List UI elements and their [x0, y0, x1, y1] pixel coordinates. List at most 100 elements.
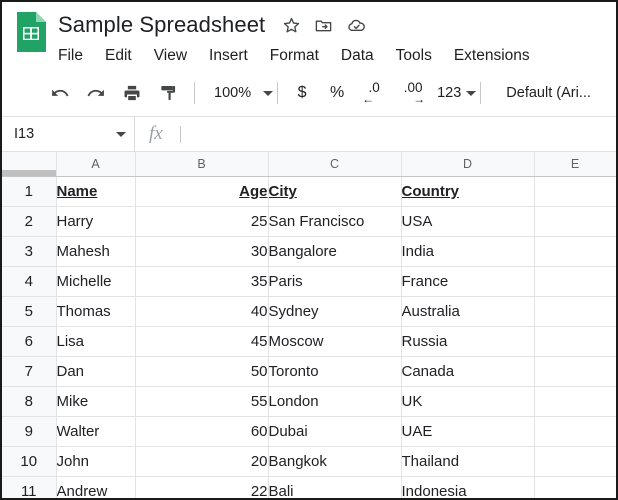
cell-d4[interactable]: France — [401, 267, 534, 297]
cell-e6[interactable] — [534, 327, 616, 357]
cell-a4[interactable]: Michelle — [56, 267, 135, 297]
cell-a10[interactable]: John — [56, 447, 135, 477]
cell-e4[interactable] — [534, 267, 616, 297]
row-header-10[interactable]: 10 — [2, 447, 56, 477]
menu-item-format[interactable]: Format — [270, 47, 319, 65]
cell-d5[interactable]: Australia — [401, 297, 534, 327]
cell-b10[interactable]: 20 — [135, 447, 268, 477]
select-all-corner[interactable] — [2, 152, 56, 177]
column-header-row: A B C D E — [2, 152, 616, 177]
cell-b3[interactable]: 30 — [135, 237, 268, 267]
column-header-c[interactable]: C — [268, 152, 401, 177]
cell-a1[interactable]: Name — [56, 177, 135, 207]
cell-e9[interactable] — [534, 417, 616, 447]
cell-d8[interactable]: UK — [401, 387, 534, 417]
cell-e7[interactable] — [534, 357, 616, 387]
row-header-4[interactable]: 4 — [2, 267, 56, 297]
cell-a9[interactable]: Walter — [56, 417, 135, 447]
cell-d10[interactable]: Thailand — [401, 447, 534, 477]
column-header-b[interactable]: B — [135, 152, 268, 177]
cell-b4[interactable]: 35 — [135, 267, 268, 297]
cell-c6[interactable]: Moscow — [268, 327, 401, 357]
document-title[interactable]: Sample Spreadsheet — [58, 12, 265, 38]
chevron-down-icon[interactable] — [116, 132, 126, 137]
zoom-control[interactable]: 100% — [206, 85, 273, 101]
row-header-11[interactable]: 11 — [2, 477, 56, 500]
cell-c4[interactable]: Paris — [268, 267, 401, 297]
undo-icon[interactable] — [46, 79, 74, 107]
cell-e5[interactable] — [534, 297, 616, 327]
move-to-folder-icon[interactable] — [314, 16, 333, 35]
cell-b8[interactable]: 55 — [135, 387, 268, 417]
currency-format-button[interactable]: $ — [289, 84, 315, 102]
cell-e2[interactable] — [534, 207, 616, 237]
cell-c11[interactable]: Bali — [268, 477, 401, 500]
cell-c5[interactable]: Sydney — [268, 297, 401, 327]
cell-a3[interactable]: Mahesh — [56, 237, 135, 267]
print-icon[interactable] — [118, 79, 146, 107]
row-header-8[interactable]: 8 — [2, 387, 56, 417]
row-header-3[interactable]: 3 — [2, 237, 56, 267]
increase-decimal-button[interactable]: .00 → — [398, 82, 428, 104]
cell-c9[interactable]: Dubai — [268, 417, 401, 447]
paint-format-icon[interactable] — [154, 79, 182, 107]
cell-d6[interactable]: Russia — [401, 327, 534, 357]
cell-c7[interactable]: Toronto — [268, 357, 401, 387]
menu-item-file[interactable]: File — [58, 47, 83, 65]
cell-e3[interactable] — [534, 237, 616, 267]
row-header-2[interactable]: 2 — [2, 207, 56, 237]
cell-b9[interactable]: 60 — [135, 417, 268, 447]
cell-d1[interactable]: Country — [401, 177, 534, 207]
row-header-9[interactable]: 9 — [2, 417, 56, 447]
redo-icon[interactable] — [82, 79, 110, 107]
formula-input-area[interactable]: fx — [135, 117, 616, 151]
menu-item-data[interactable]: Data — [341, 47, 374, 65]
cell-b11[interactable]: 22 — [135, 477, 268, 500]
cell-c10[interactable]: Bangkok — [268, 447, 401, 477]
cell-c2[interactable]: San Francisco — [268, 207, 401, 237]
font-family-menu[interactable]: Default (Ari... — [492, 85, 591, 101]
row-header-1[interactable]: 1 — [2, 177, 56, 207]
cell-d2[interactable]: USA — [401, 207, 534, 237]
cell-c1[interactable]: City — [268, 177, 401, 207]
cell-c3[interactable]: Bangalore — [268, 237, 401, 267]
cell-e8[interactable] — [534, 387, 616, 417]
cell-e10[interactable] — [534, 447, 616, 477]
percent-format-button[interactable]: % — [324, 84, 350, 102]
row-header-5[interactable]: 5 — [2, 297, 56, 327]
cell-a5[interactable]: Thomas — [56, 297, 135, 327]
cell-c8[interactable]: London — [268, 387, 401, 417]
cell-e1[interactable] — [534, 177, 616, 207]
menu-item-insert[interactable]: Insert — [209, 47, 248, 65]
cell-d11[interactable]: Indonesia — [401, 477, 534, 500]
cell-a6[interactable]: Lisa — [56, 327, 135, 357]
cell-b1[interactable]: Age — [135, 177, 268, 207]
menu-item-tools[interactable]: Tools — [396, 47, 432, 65]
row-header-7[interactable]: 7 — [2, 357, 56, 387]
cell-a2[interactable]: Harry — [56, 207, 135, 237]
menu-item-edit[interactable]: Edit — [105, 47, 132, 65]
number-format-menu[interactable]: 123 — [437, 85, 476, 101]
row-header-6[interactable]: 6 — [2, 327, 56, 357]
cell-d9[interactable]: UAE — [401, 417, 534, 447]
cell-a11[interactable]: Andrew — [56, 477, 135, 500]
cell-d7[interactable]: Canada — [401, 357, 534, 387]
cloud-saved-icon[interactable] — [346, 15, 367, 36]
cell-b6[interactable]: 45 — [135, 327, 268, 357]
cell-e11[interactable] — [534, 477, 616, 500]
column-header-d[interactable]: D — [401, 152, 534, 177]
cell-b7[interactable]: 50 — [135, 357, 268, 387]
column-header-a[interactable]: A — [56, 152, 135, 177]
google-sheets-logo — [14, 10, 48, 54]
star-icon[interactable] — [282, 16, 301, 35]
cell-a7[interactable]: Dan — [56, 357, 135, 387]
column-header-e[interactable]: E — [534, 152, 616, 177]
menu-item-view[interactable]: View — [154, 47, 187, 65]
cell-d3[interactable]: India — [401, 237, 534, 267]
decrease-decimal-button[interactable]: .0 ← — [359, 82, 389, 104]
cell-b2[interactable]: 25 — [135, 207, 268, 237]
cell-a8[interactable]: Mike — [56, 387, 135, 417]
name-box[interactable]: I13 — [2, 117, 135, 151]
cell-b5[interactable]: 40 — [135, 297, 268, 327]
menu-item-extensions[interactable]: Extensions — [454, 47, 530, 65]
